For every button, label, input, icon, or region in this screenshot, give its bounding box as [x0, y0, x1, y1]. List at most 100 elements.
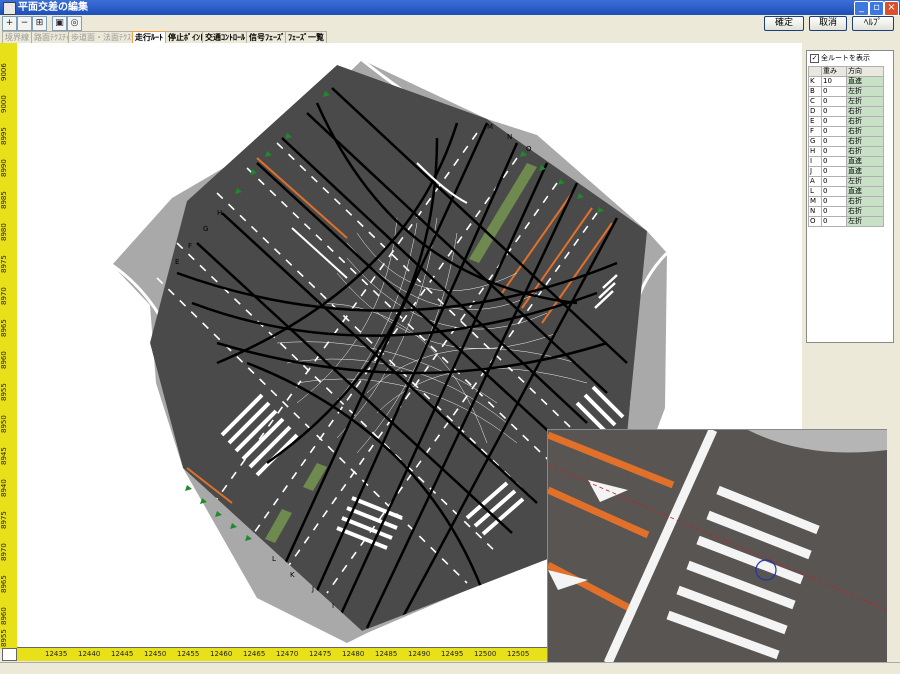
- route-weight-cell[interactable]: 0: [821, 86, 847, 97]
- ruler-y-label: 8990: [0, 159, 8, 177]
- route-row[interactable]: O 0 左折: [808, 216, 884, 227]
- node-label: M: [487, 123, 493, 131]
- route-direction-cell[interactable]: 左折: [846, 216, 884, 227]
- route-direction-cell[interactable]: 右折: [846, 146, 884, 157]
- route-row[interactable]: D 0 右折: [808, 106, 884, 117]
- zoom-out-icon[interactable]: −: [17, 16, 32, 31]
- cancel-button[interactable]: 取消: [809, 16, 847, 31]
- ruler-corner: [2, 648, 17, 661]
- route-id-cell[interactable]: A: [808, 176, 822, 187]
- route-direction-cell[interactable]: 右折: [846, 106, 884, 117]
- route-table: 重み 方向 K 10 直進 B 0 左折 C 0 左折 D 0 右折 E 0 右折 F 0 右折 G 0 右折 H 0 右折 I…: [808, 66, 884, 227]
- tab-route[interactable]: 走行ﾙｰﾄ: [132, 31, 166, 43]
- route-row[interactable]: B 0 左折: [808, 86, 884, 97]
- ruler-y-label: 8955: [0, 629, 8, 647]
- route-weight-cell[interactable]: 0: [821, 166, 847, 177]
- route-direction-cell[interactable]: 左折: [846, 86, 884, 97]
- minimize-icon[interactable]: _: [854, 1, 869, 16]
- route-direction-cell[interactable]: 右折: [846, 116, 884, 127]
- node-label: G: [203, 225, 208, 233]
- route-weight-cell[interactable]: 0: [821, 176, 847, 187]
- ruler-x-label: 12500: [474, 650, 497, 658]
- node-label: E: [175, 258, 179, 266]
- close-icon[interactable]: ×: [884, 1, 899, 16]
- route-id-cell[interactable]: O: [808, 216, 822, 227]
- tab-sidewalk-texture[interactable]: 歩道面・法面ﾃｸｽﾁｬ: [68, 31, 142, 43]
- col-header-weight: 重み: [821, 66, 847, 77]
- route-weight-cell[interactable]: 0: [821, 216, 847, 227]
- ruler-y-label: 8970: [0, 287, 8, 305]
- tab-signal-phase[interactable]: 信号ﾌｪｰｽﾞ: [246, 31, 288, 43]
- checkbox-icon[interactable]: ✓: [810, 53, 819, 63]
- route-id-cell[interactable]: E: [808, 116, 822, 127]
- route-direction-cell[interactable]: 左折: [846, 96, 884, 107]
- route-row[interactable]: M 0 右折: [808, 196, 884, 207]
- route-id-cell[interactable]: F: [808, 126, 822, 137]
- tab-road-texture[interactable]: 路面ﾃｸｽﾁｬ: [31, 31, 73, 43]
- ruler-x-label: 12440: [78, 650, 101, 658]
- route-row[interactable]: N 0 右折: [808, 206, 884, 217]
- node-label: N: [507, 133, 512, 141]
- route-id-cell[interactable]: D: [808, 106, 822, 117]
- route-row[interactable]: E 0 右折: [808, 116, 884, 127]
- route-weight-cell[interactable]: 0: [821, 206, 847, 217]
- route-weight-cell[interactable]: 0: [821, 116, 847, 127]
- tab-stop-point[interactable]: 停止ﾎﾟｲﾝﾄ: [165, 31, 207, 43]
- route-weight-cell[interactable]: 0: [821, 186, 847, 197]
- route-direction-cell[interactable]: 直進: [846, 166, 884, 177]
- route-row[interactable]: C 0 左折: [808, 96, 884, 107]
- route-weight-cell[interactable]: 0: [821, 96, 847, 107]
- route-weight-cell[interactable]: 0: [821, 156, 847, 167]
- route-id-cell[interactable]: B: [808, 86, 822, 97]
- route-direction-cell[interactable]: 直進: [846, 186, 884, 197]
- route-id-cell[interactable]: I: [808, 156, 822, 167]
- route-row[interactable]: G 0 右折: [808, 136, 884, 147]
- route-id-cell[interactable]: L: [808, 186, 822, 197]
- route-row[interactable]: A 0 左折: [808, 176, 884, 187]
- ruler-x-label: 12450: [144, 650, 167, 658]
- refresh-icon[interactable]: ◎: [67, 16, 82, 31]
- route-weight-cell[interactable]: 0: [821, 136, 847, 147]
- ruler-y-label: 8955: [0, 383, 8, 401]
- show-all-routes-checkbox[interactable]: ✓ 全ルートを表示: [810, 53, 870, 63]
- node-label: L: [272, 555, 276, 563]
- route-row[interactable]: J 0 直進: [808, 166, 884, 177]
- route-direction-cell[interactable]: 直進: [846, 156, 884, 167]
- route-direction-cell[interactable]: 右折: [846, 126, 884, 137]
- route-row[interactable]: H 0 右折: [808, 146, 884, 157]
- ruler-x-label: 12470: [276, 650, 299, 658]
- route-id-cell[interactable]: J: [808, 166, 822, 177]
- route-id-cell[interactable]: C: [808, 96, 822, 107]
- tab-boundary[interactable]: 境界線: [2, 31, 32, 43]
- ruler-x-label: 12495: [441, 650, 464, 658]
- tab-traffic-control[interactable]: 交通ｺﾝﾄﾛｰﾙ: [202, 31, 248, 43]
- route-row[interactable]: K 10 直進: [808, 76, 884, 87]
- tab-phase-list[interactable]: ﾌｪｰｽﾞ一覧: [285, 31, 327, 43]
- route-id-cell[interactable]: N: [808, 206, 822, 217]
- route-id-cell[interactable]: M: [808, 196, 822, 207]
- route-weight-cell[interactable]: 0: [821, 126, 847, 137]
- route-direction-cell[interactable]: 右折: [846, 136, 884, 147]
- route-direction-cell[interactable]: 右折: [846, 196, 884, 207]
- route-row[interactable]: I 0 直進: [808, 156, 884, 167]
- route-direction-cell[interactable]: 左折: [846, 176, 884, 187]
- zoom-in-icon[interactable]: +: [2, 16, 17, 31]
- fit-icon[interactable]: ⊞: [32, 16, 47, 31]
- route-weight-cell[interactable]: 0: [821, 196, 847, 207]
- route-id-cell[interactable]: K: [808, 76, 822, 87]
- route-row[interactable]: F 0 右折: [808, 126, 884, 137]
- help-button[interactable]: ﾍﾙﾌﾟ: [852, 16, 894, 31]
- ruler-x-label: 12485: [375, 650, 398, 658]
- route-id-cell[interactable]: G: [808, 136, 822, 147]
- route-id-cell[interactable]: H: [808, 146, 822, 157]
- route-weight-cell[interactable]: 0: [821, 106, 847, 117]
- route-row[interactable]: L 0 直進: [808, 186, 884, 197]
- save-icon[interactable]: ▣: [52, 16, 67, 31]
- ruler-y-label: 8975: [0, 511, 8, 529]
- confirm-button[interactable]: 確定: [764, 16, 804, 31]
- route-weight-cell[interactable]: 0: [821, 146, 847, 157]
- route-weight-cell[interactable]: 10: [821, 76, 847, 87]
- restore-icon[interactable]: ▫: [869, 1, 884, 16]
- route-direction-cell[interactable]: 直進: [846, 76, 884, 87]
- route-direction-cell[interactable]: 右折: [846, 206, 884, 217]
